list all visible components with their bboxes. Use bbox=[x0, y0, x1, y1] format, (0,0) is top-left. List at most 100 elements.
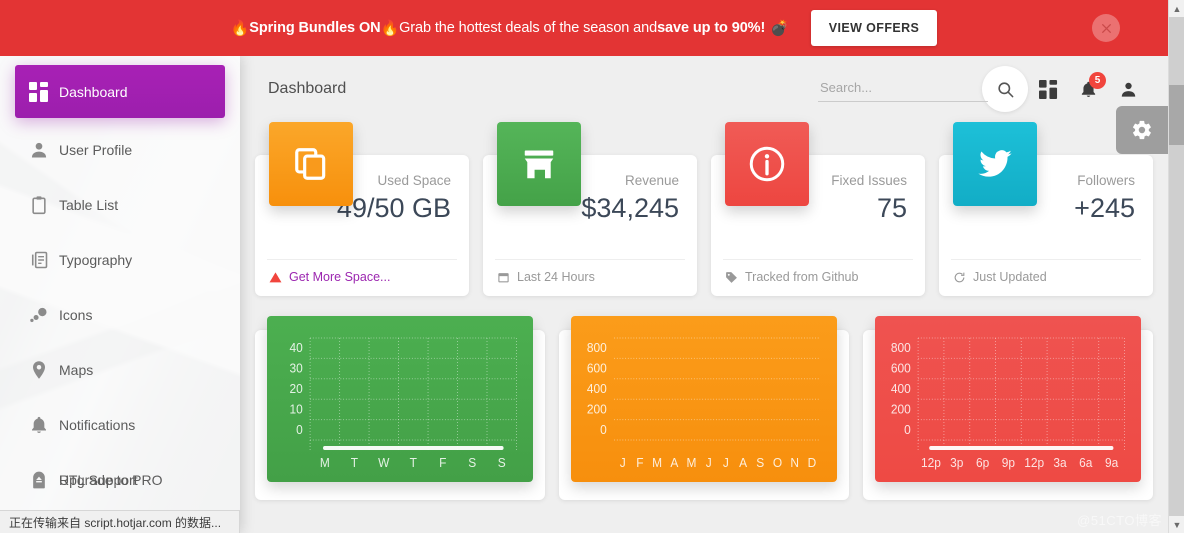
dashboard-grid-icon bbox=[29, 81, 59, 102]
person-icon bbox=[1121, 82, 1135, 97]
chart-col-green: 40 30 20 10 0 M T W T F S S bbox=[248, 316, 552, 500]
svg-text:A: A bbox=[739, 456, 748, 471]
svg-text:D: D bbox=[808, 456, 817, 471]
refresh-icon bbox=[953, 271, 966, 284]
profile-button[interactable] bbox=[1108, 69, 1148, 109]
sidebar-item-label: Typography bbox=[59, 252, 133, 268]
svg-text:200: 200 bbox=[587, 402, 607, 417]
stat-value: +245 bbox=[1074, 193, 1135, 223]
dashboard-content: Used Space 49/50 GB Get More Space... Re… bbox=[240, 122, 1168, 500]
sidebar-item-maps[interactable]: Maps bbox=[15, 347, 225, 393]
apps-button[interactable] bbox=[1028, 69, 1068, 109]
scroll-up-arrow[interactable]: ▲ bbox=[1169, 0, 1184, 17]
get-more-space-link[interactable]: Get More Space... bbox=[289, 270, 390, 284]
fire-emoji-icon-2: 🔥 bbox=[380, 19, 400, 37]
svg-text:0: 0 bbox=[600, 422, 607, 437]
apps-grid-icon bbox=[1038, 79, 1057, 99]
upgrade-icon bbox=[29, 470, 59, 490]
sidebar-item-typography[interactable]: Typography bbox=[15, 237, 225, 283]
chart-col-red: 800 600 400 200 0 12p 3p 6p 9p 12p 3a 6a 9a bbox=[856, 316, 1160, 500]
svg-text:400: 400 bbox=[587, 382, 607, 397]
svg-text:9a: 9a bbox=[1105, 456, 1118, 471]
sidebar-item-label: Notifications bbox=[59, 417, 136, 433]
bubbles-icon bbox=[29, 305, 59, 325]
stat-footer: Just Updated bbox=[951, 259, 1141, 296]
page-title: Dashboard bbox=[268, 80, 347, 97]
promo-banner-text: 🔥 Spring Bundles ON 🔥 Grab the hottest d… bbox=[231, 20, 789, 36]
svg-text:S: S bbox=[756, 456, 764, 471]
store-icon bbox=[497, 122, 581, 206]
search-input[interactable] bbox=[818, 76, 988, 102]
search-button[interactable] bbox=[982, 66, 1028, 112]
sidebar-item-dashboard[interactable]: Dashboard bbox=[15, 65, 225, 118]
vertical-scrollbar[interactable]: ▲ ▼ bbox=[1168, 0, 1184, 533]
svg-text:400: 400 bbox=[891, 382, 911, 397]
promo-banner-content: 🔥 Spring Bundles ON 🔥 Grab the hottest d… bbox=[231, 10, 938, 46]
sidebar-upgrade-label-pro: Upgrade to PRO bbox=[59, 472, 163, 488]
twitter-bird-icon bbox=[953, 122, 1037, 206]
svg-text:800: 800 bbox=[587, 341, 607, 356]
svg-text:N: N bbox=[790, 456, 799, 471]
svg-text:3p: 3p bbox=[950, 456, 963, 471]
svg-text:9p: 9p bbox=[1002, 456, 1015, 471]
chart-card-row: 40 30 20 10 0 M T W T F S S 800 600 400 200 0 J F M A M J J A S O… bbox=[248, 316, 1160, 500]
sidebar-item-upgrade[interactable]: RTL Support Upgrade to PRO bbox=[15, 457, 225, 503]
chart-orange[interactable]: 800 600 400 200 0 J F M A M J J A S O N D bbox=[571, 316, 837, 482]
scrollbar-track[interactable] bbox=[1169, 17, 1184, 516]
svg-text:600: 600 bbox=[587, 361, 607, 376]
settings-fab[interactable] bbox=[1116, 106, 1168, 154]
stat-card: Fixed Issues 75 Tracked from Github bbox=[711, 122, 925, 296]
stat-category: Followers bbox=[1077, 173, 1135, 188]
browser-status-bar: 正在传输来自 script.hotjar.com 的数据... bbox=[0, 510, 240, 533]
stat-card-row: Used Space 49/50 GB Get More Space... Re… bbox=[248, 122, 1160, 296]
stat-category: Fixed Issues bbox=[831, 173, 907, 188]
warning-triangle-icon bbox=[269, 271, 282, 284]
sidebar-item-notifications[interactable]: Notifications bbox=[15, 402, 225, 448]
scroll-down-arrow[interactable]: ▼ bbox=[1169, 516, 1184, 533]
stat-footer-text: Just Updated bbox=[973, 270, 1047, 284]
sidebar-item-user-profile[interactable]: User Profile bbox=[15, 127, 225, 173]
svg-text:3a: 3a bbox=[1053, 456, 1066, 471]
stat-info: Followers +245 bbox=[1074, 165, 1141, 225]
stat-category: Used Space bbox=[377, 173, 451, 188]
topbar: Dashboard Search... 5 bbox=[240, 56, 1168, 154]
stat-info: Used Space 49/50 GB bbox=[337, 165, 457, 225]
notifications-button[interactable]: 5 bbox=[1068, 69, 1108, 109]
stat-footer: Tracked from Github bbox=[723, 259, 913, 296]
close-banner-button[interactable] bbox=[1092, 14, 1120, 42]
svg-text:800: 800 bbox=[891, 341, 911, 356]
svg-text:12p: 12p bbox=[921, 456, 941, 471]
stat-footer-text: Tracked from Github bbox=[745, 270, 859, 284]
sidebar-item-label: Dashboard bbox=[59, 83, 128, 100]
sidebar-item-table-list[interactable]: Table List bbox=[15, 182, 225, 228]
chart-card: 800 600 400 200 0 12p 3p 6p 9p 12p 3a 6a 9a bbox=[863, 316, 1153, 500]
svg-text:10: 10 bbox=[290, 402, 303, 417]
chart-card: 40 30 20 10 0 M T W T F S S bbox=[255, 316, 545, 500]
svg-text:F: F bbox=[439, 456, 447, 471]
sidebar-item-icons[interactable]: Icons bbox=[15, 292, 225, 338]
scrollbar-thumb[interactable] bbox=[1169, 85, 1184, 145]
stat-footer-text: Last 24 Hours bbox=[517, 270, 595, 284]
svg-text:6p: 6p bbox=[976, 456, 989, 471]
svg-text:J: J bbox=[706, 456, 712, 471]
svg-text:40: 40 bbox=[290, 341, 303, 356]
map-pin-icon bbox=[29, 360, 59, 380]
svg-text:600: 600 bbox=[891, 361, 911, 376]
fire-emoji-icon: 🔥 bbox=[230, 19, 250, 37]
chart-card: 800 600 400 200 0 J F M A M J J A S O N D bbox=[559, 316, 849, 500]
topbar-actions: 5 bbox=[818, 66, 1148, 112]
promo-mid-text: Grab the hottest deals of the season and bbox=[399, 20, 658, 36]
bell-icon bbox=[29, 415, 59, 435]
stat-card: Used Space 49/50 GB Get More Space... bbox=[255, 122, 469, 296]
svg-text:T: T bbox=[410, 456, 418, 471]
svg-text:6a: 6a bbox=[1079, 456, 1092, 471]
svg-text:J: J bbox=[723, 456, 729, 471]
view-offers-button[interactable]: VIEW OFFERS bbox=[810, 10, 938, 46]
chart-red[interactable]: 800 600 400 200 0 12p 3p 6p 9p 12p 3a 6a 9a bbox=[875, 316, 1141, 482]
sidebar-item-stacked-label: RTL Support Upgrade to PRO bbox=[59, 472, 163, 488]
chart-green[interactable]: 40 30 20 10 0 M T W T F S S bbox=[267, 316, 533, 482]
sidebar-item-label: Table List bbox=[59, 197, 119, 213]
sidebar-item-label: User Profile bbox=[59, 142, 133, 158]
svg-text:A: A bbox=[670, 456, 679, 471]
stat-value: 75 bbox=[876, 193, 907, 223]
